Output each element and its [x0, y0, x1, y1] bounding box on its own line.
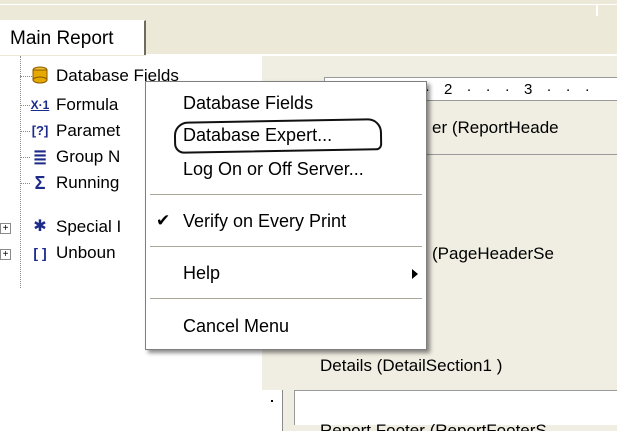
- section-side-strip: [262, 390, 283, 431]
- check-icon: ✔: [156, 211, 171, 230]
- tab-strip: Main Report: [0, 0, 617, 56]
- menu-item-database-expert[interactable]: Database Expert...: [146, 117, 426, 154]
- parameter-icon: [?]: [31, 123, 49, 138]
- tree-item-label: Paramet: [56, 121, 121, 140]
- running-total-icon: Σ: [34, 173, 46, 193]
- tree-connector: [20, 131, 30, 132]
- section-header-page-header[interactable]: (PageHeaderSe: [432, 244, 554, 264]
- group-name-icon: ≣: [32, 147, 48, 167]
- section-header-details[interactable]: Details (DetailSection1 ): [320, 356, 502, 376]
- tab-main-report[interactable]: Main Report: [0, 20, 146, 55]
- formula-icon: X·1: [30, 98, 50, 112]
- menu-item-label: Database Fields: [183, 93, 314, 113]
- menu-separator: [150, 298, 422, 299]
- tree-expander[interactable]: +: [0, 223, 11, 234]
- database-icon: [30, 66, 50, 86]
- tree-expander[interactable]: +: [0, 249, 11, 260]
- menu-item-help[interactable]: Help: [146, 255, 426, 291]
- menu-item-label: Log On or Off Server...: [183, 159, 364, 179]
- tree-connector: [20, 157, 30, 158]
- tree-connector: [20, 183, 30, 184]
- submenu-arrow-icon: [412, 269, 418, 279]
- tree-item-label: Unboun: [56, 243, 116, 262]
- menu-item-label: Help: [183, 263, 221, 283]
- menu-item-database-fields[interactable]: Database Fields: [146, 85, 426, 121]
- tree-item-label: Formula: [56, 95, 119, 114]
- tree-connector: [20, 105, 30, 106]
- menu-item-label: Cancel Menu: [183, 316, 290, 336]
- ruler-dot: [271, 400, 273, 402]
- menu-separator: [150, 194, 422, 195]
- menu-item-log-on-off-server[interactable]: Log On or Off Server...: [146, 151, 426, 187]
- special-fields-icon: ✱: [33, 218, 47, 235]
- menu-item-label: Database Expert...: [183, 125, 333, 145]
- menu-item-label: Verify on Every Print: [183, 211, 347, 231]
- tab-strip-topline: [0, 4, 617, 5]
- menu-item-verify-on-every-print[interactable]: ✔ Verify on Every Print: [146, 203, 426, 239]
- context-menu: Database Fields Database Expert... Log O…: [145, 81, 427, 350]
- section-header-report-header[interactable]: er (ReportHeade: [432, 118, 559, 138]
- menu-separator: [150, 246, 422, 247]
- section-header-report-footer[interactable]: Report Footer (ReportFooterS: [320, 416, 547, 431]
- tree-connector: [20, 56, 21, 288]
- tree-item-label: Running: [56, 173, 120, 192]
- tree-item-label: Group N: [56, 147, 121, 166]
- tab-strip-tick: [596, 4, 598, 16]
- menu-item-cancel-menu[interactable]: Cancel Menu: [146, 308, 426, 344]
- tree-item-label: Special I: [56, 217, 122, 236]
- unbound-fields-icon: [ ]: [33, 245, 47, 261]
